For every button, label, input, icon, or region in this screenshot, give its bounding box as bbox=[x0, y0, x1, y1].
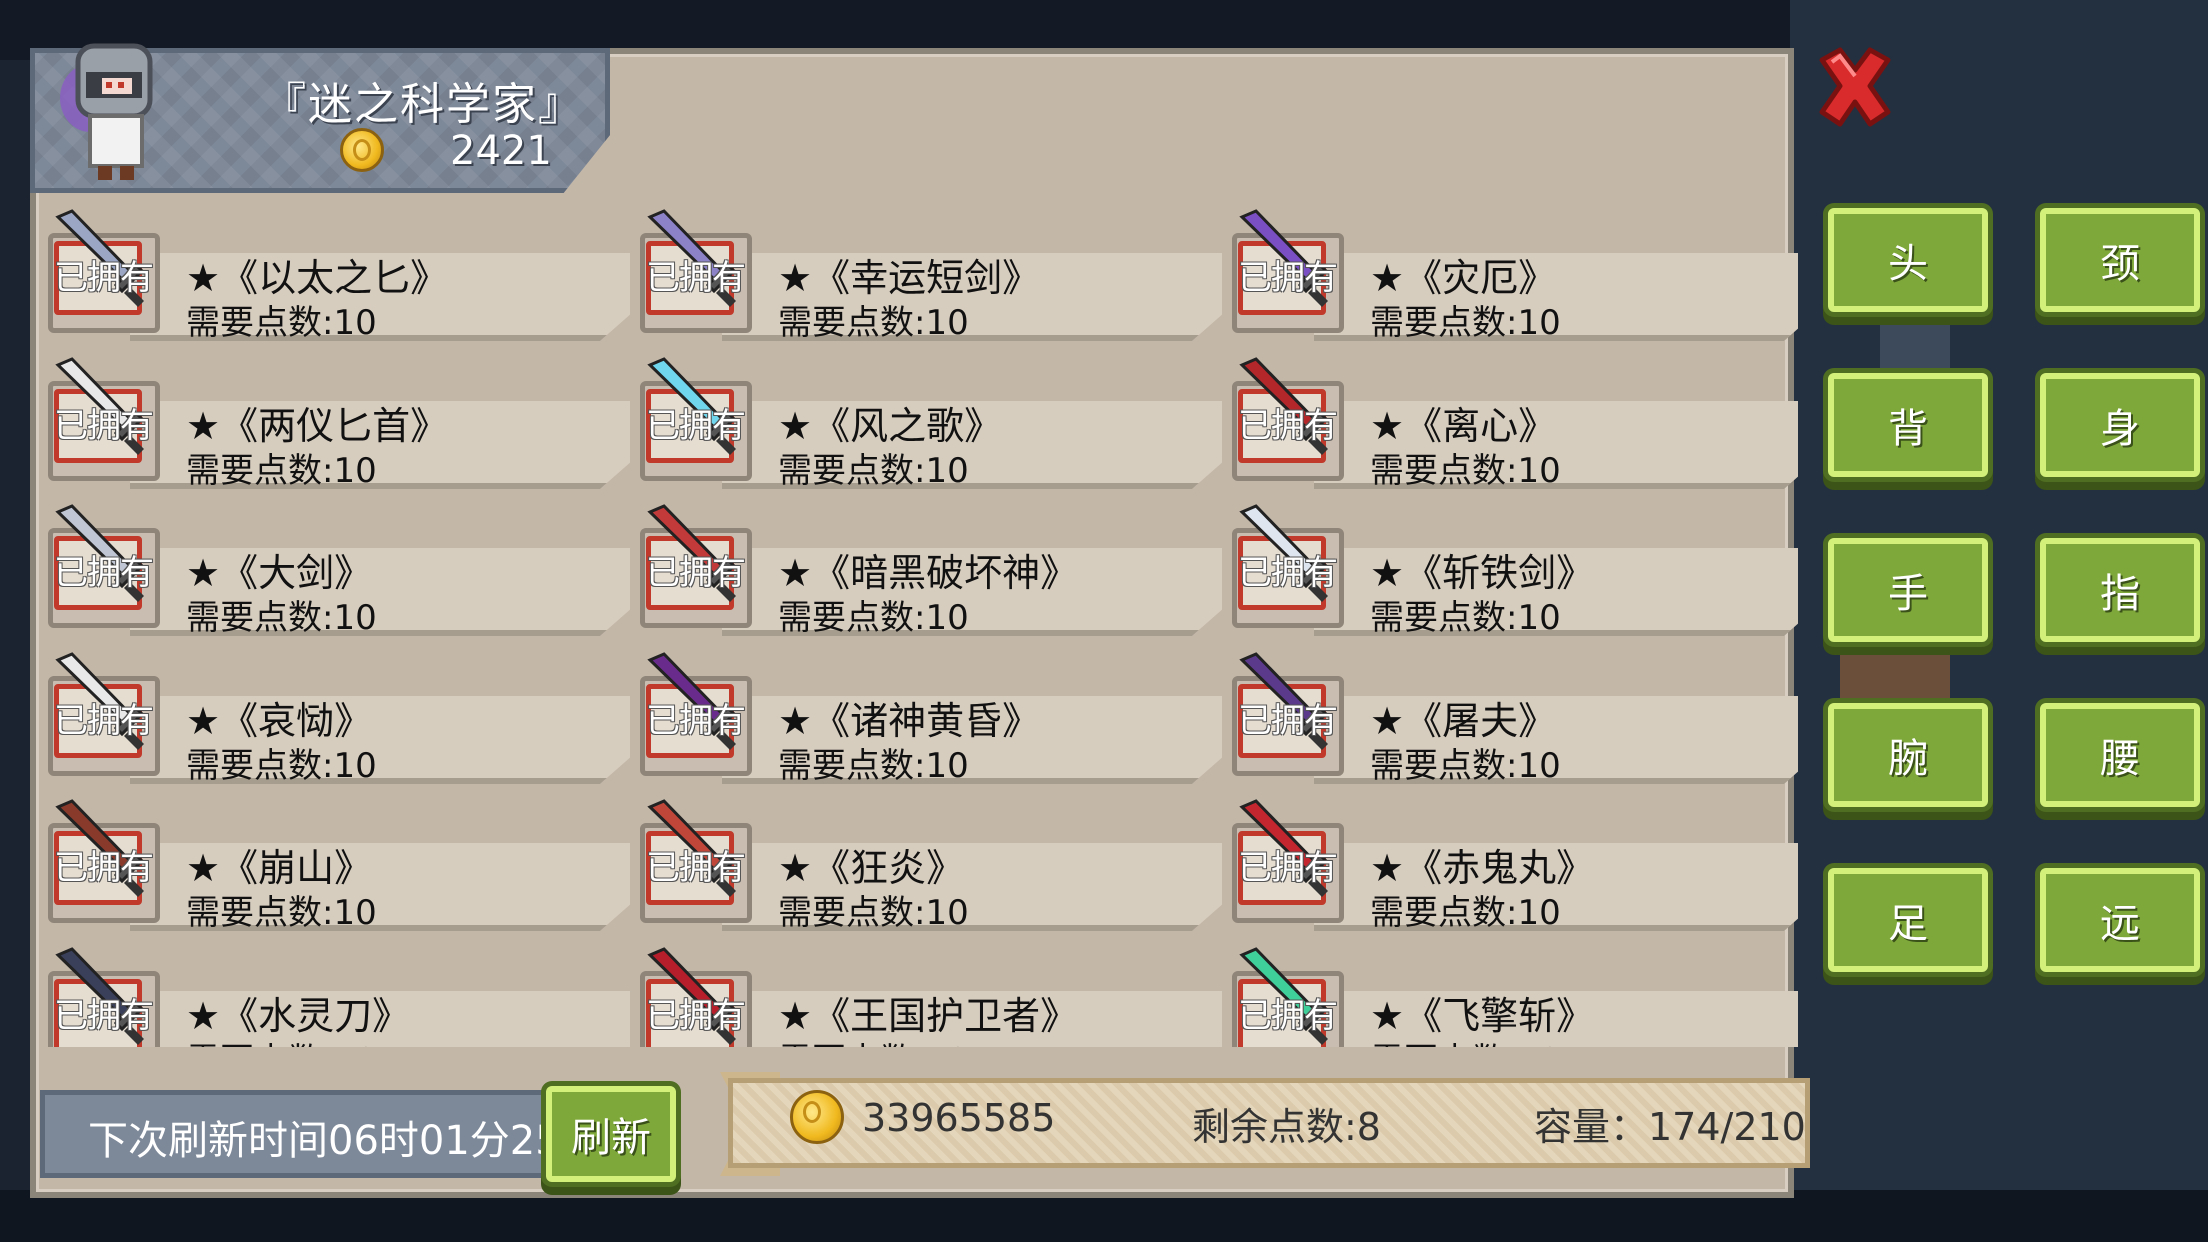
category-button[interactable]: 远 bbox=[2040, 868, 2200, 972]
item-name: ★《斩铁剑》 bbox=[1370, 551, 1595, 595]
shop-item[interactable]: 已拥有 ★《幸运短剑》 需要点数:10 bbox=[632, 205, 1222, 343]
owned-label: 已拥有 bbox=[646, 848, 746, 888]
category-button[interactable]: 颈 bbox=[2040, 208, 2200, 312]
item-cost: 需要点数:10 bbox=[778, 746, 969, 786]
item-cost: 需要点数:10 bbox=[1370, 598, 1561, 638]
item-name: ★《诸神黄昏》 bbox=[778, 699, 1041, 743]
owned-label: 已拥有 bbox=[54, 258, 154, 298]
item-cost: 需要点数:10 bbox=[186, 303, 377, 343]
shop-item[interactable]: 已拥有 ★《崩山》 需要点数:10 bbox=[40, 795, 630, 933]
owned-label: 已拥有 bbox=[54, 406, 154, 446]
shop-item[interactable]: 已拥有 ★《哀恸》 需要点数:10 bbox=[40, 648, 630, 786]
shop-item[interactable]: 已拥有 ★《斩铁剑》 需要点数:10 bbox=[1224, 500, 1798, 638]
item-cost: 需要点数:10 bbox=[1370, 1033, 1561, 1047]
category-button[interactable]: 手 bbox=[1828, 538, 1988, 642]
item-name: ★《大剑》 bbox=[186, 551, 373, 595]
owned-label: 已拥有 bbox=[54, 701, 154, 741]
coin-icon bbox=[790, 1090, 844, 1144]
item-name: ★《屠夫》 bbox=[1370, 699, 1557, 743]
player-coin-total: 33965585 bbox=[862, 1096, 1056, 1140]
inventory-capacity: 容量：174/210 bbox=[1534, 1105, 1806, 1149]
shop-item[interactable]: 已拥有 ★《以太之匕》 需要点数:10 bbox=[40, 205, 630, 343]
item-cost: 需要点数:10 bbox=[778, 893, 969, 933]
item-name: ★《水灵刀》 bbox=[186, 994, 411, 1038]
item-name: ★《暗黑破坏神》 bbox=[778, 551, 1079, 595]
item-name: ★《飞擎斩》 bbox=[1370, 994, 1595, 1038]
item-name: ★《离心》 bbox=[1370, 404, 1557, 448]
shop-item[interactable]: 已拥有 ★《狂炎》 需要点数:10 bbox=[632, 795, 1222, 933]
background-prop bbox=[1840, 640, 1950, 700]
shop-item[interactable]: 已拥有 ★《暗黑破坏神》 需要点数:10 bbox=[632, 500, 1222, 638]
owned-label: 已拥有 bbox=[646, 553, 746, 593]
category-button[interactable]: 背 bbox=[1828, 373, 1988, 477]
shop-item[interactable]: 已拥有 ★《水灵刀》需要点数:10 bbox=[40, 943, 630, 1047]
owned-label: 已拥有 bbox=[1238, 848, 1338, 888]
category-button[interactable]: 腕 bbox=[1828, 703, 1988, 807]
item-cost: 需要点数:10 bbox=[186, 746, 377, 786]
shop-title: 『迷之科学家』 bbox=[262, 79, 584, 130]
owned-label: 已拥有 bbox=[1238, 553, 1338, 593]
shop-item[interactable]: 已拥有 ★《赤鬼丸》 需要点数:10 bbox=[1224, 795, 1798, 933]
coin-icon bbox=[340, 128, 384, 172]
owned-label: 已拥有 bbox=[646, 996, 746, 1036]
item-cost: 需要点数:10 bbox=[778, 1033, 969, 1047]
item-name: ★《哀恸》 bbox=[186, 699, 373, 743]
item-cost: 需要点数:10 bbox=[1370, 746, 1561, 786]
item-name: ★《赤鬼丸》 bbox=[1370, 846, 1595, 890]
remaining-points: 剩余点数:8 bbox=[1192, 1105, 1381, 1149]
shop-item[interactable]: 已拥有 ★《诸神黄昏》 需要点数:10 bbox=[632, 648, 1222, 786]
item-name: ★《风之歌》 bbox=[778, 404, 1003, 448]
owned-label: 已拥有 bbox=[1238, 701, 1338, 741]
refresh-button[interactable]: 刷新 bbox=[546, 1086, 676, 1182]
shop-item[interactable]: 已拥有 ★《王国护卫者》需要点数:10 bbox=[632, 943, 1222, 1047]
shop-item[interactable]: 已拥有 ★《风之歌》 需要点数:10 bbox=[632, 353, 1222, 491]
refresh-timer: 下次刷新时间06时01分25 bbox=[88, 1118, 548, 1164]
item-grid: 已拥有 ★《以太之匕》 需要点数:10 已拥有 ★《幸运短剑》 需要点数:10 已拥有 ★《灾… bbox=[40, 205, 1798, 1047]
item-name: ★《灾厄》 bbox=[1370, 256, 1557, 300]
item-name: ★《崩山》 bbox=[186, 846, 373, 890]
item-cost: 需要点数:10 bbox=[778, 303, 969, 343]
category-button[interactable]: 指 bbox=[2040, 538, 2200, 642]
item-cost: 需要点数:10 bbox=[186, 598, 377, 638]
merchant-avatar bbox=[60, 43, 153, 180]
merchant-coin-count: 2421 bbox=[450, 128, 552, 174]
shop-item[interactable]: 已拥有 ★《大剑》 需要点数:10 bbox=[40, 500, 630, 638]
owned-label: 已拥有 bbox=[54, 553, 154, 593]
shop-item[interactable]: 已拥有 ★《两仪匕首》 需要点数:10 bbox=[40, 353, 630, 491]
item-name: ★《两仪匕首》 bbox=[186, 404, 449, 448]
item-cost: 需要点数:10 bbox=[1370, 303, 1561, 343]
item-name: ★《幸运短剑》 bbox=[778, 256, 1041, 300]
item-name: ★《以太之匕》 bbox=[186, 256, 449, 300]
owned-label: 已拥有 bbox=[646, 406, 746, 446]
shop-item[interactable]: 已拥有 ★《离心》 需要点数:10 bbox=[1224, 353, 1798, 491]
owned-label: 已拥有 bbox=[646, 701, 746, 741]
item-cost: 需要点数:10 bbox=[1370, 451, 1561, 491]
item-cost: 需要点数:10 bbox=[186, 893, 377, 933]
category-button[interactable]: 腰 bbox=[2040, 703, 2200, 807]
item-cost: 需要点数:10 bbox=[186, 451, 377, 491]
shop-item[interactable]: 已拥有 ★《飞擎斩》需要点数:10 bbox=[1224, 943, 1798, 1047]
category-button[interactable]: 足 bbox=[1828, 868, 1988, 972]
owned-label: 已拥有 bbox=[1238, 406, 1338, 446]
item-name: ★《狂炎》 bbox=[778, 846, 965, 890]
item-cost: 需要点数:10 bbox=[1370, 893, 1561, 933]
category-button[interactable]: 头 bbox=[1828, 208, 1988, 312]
item-cost: 需要点数:10 bbox=[778, 598, 969, 638]
item-cost: 需要点数:10 bbox=[186, 1033, 377, 1047]
owned-label: 已拥有 bbox=[54, 848, 154, 888]
owned-label: 已拥有 bbox=[1238, 258, 1338, 298]
item-cost: 需要点数:10 bbox=[778, 451, 969, 491]
item-name: ★《王国护卫者》 bbox=[778, 994, 1079, 1038]
shop-item[interactable]: 已拥有 ★《灾厄》 需要点数:10 bbox=[1224, 205, 1798, 343]
category-button[interactable]: 身 bbox=[2040, 373, 2200, 477]
owned-label: 已拥有 bbox=[1238, 996, 1338, 1036]
background-prop bbox=[1880, 320, 1950, 380]
owned-label: 已拥有 bbox=[54, 996, 154, 1036]
owned-label: 已拥有 bbox=[646, 258, 746, 298]
shop-item[interactable]: 已拥有 ★《屠夫》 需要点数:10 bbox=[1224, 648, 1798, 786]
close-icon[interactable] bbox=[1810, 42, 1900, 132]
